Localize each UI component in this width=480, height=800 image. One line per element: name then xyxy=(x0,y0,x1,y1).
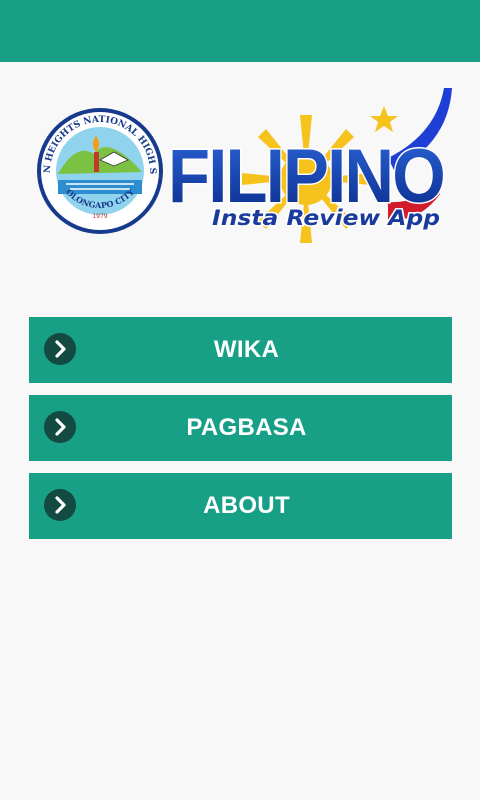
menu-button-wika[interactable]: WIKA xyxy=(29,317,452,383)
menu-button-about[interactable]: ABOUT xyxy=(29,473,452,539)
chevron-right-icon xyxy=(44,411,76,443)
school-seal-emblem: GORDON HEIGHTS NATIONAL HIGH SCHOOL OLON… xyxy=(36,84,163,234)
menu-button-pagbasa[interactable]: PAGBASA xyxy=(29,395,452,461)
menu-button-label: ABOUT xyxy=(203,492,290,519)
app-logo: GORDON HEIGHTS NATIONAL HIGH SCHOOL OLON… xyxy=(36,84,452,262)
app-subtitle: Insta Review App xyxy=(212,206,440,230)
app-top-bar xyxy=(0,0,480,62)
chevron-right-icon xyxy=(44,489,76,521)
chevron-right-icon xyxy=(44,333,76,365)
menu-button-label: WIKA xyxy=(213,336,280,363)
seal-year: 1979 xyxy=(92,213,107,220)
menu-button-label: PAGBASA xyxy=(186,414,307,441)
star-icon xyxy=(370,106,398,132)
